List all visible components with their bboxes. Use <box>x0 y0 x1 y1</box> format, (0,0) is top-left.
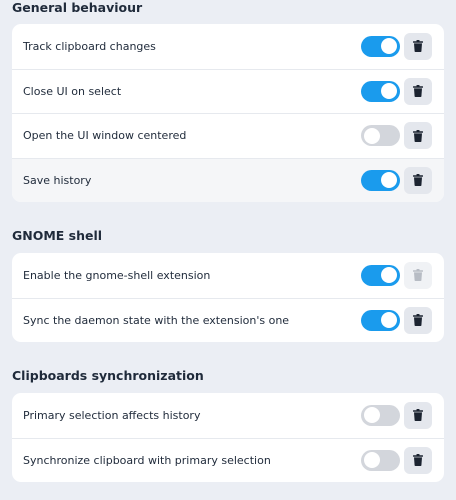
card-general-behaviour: Track clipboard changes Close UI on sele… <box>12 24 444 202</box>
toggle-knob <box>364 127 380 144</box>
setting-label: Primary selection affects history <box>23 408 201 422</box>
section-title-clipboards-synchronization: Clipboards synchronization <box>12 368 204 383</box>
setting-label: Enable the gnome-shell extension <box>23 268 211 282</box>
toggle-knob <box>381 83 397 100</box>
reset-button-sync-daemon-state[interactable] <box>404 306 432 334</box>
toggle-knob <box>381 312 397 329</box>
setting-row-save-history: Save history <box>12 157 444 202</box>
setting-row-sync-daemon-state: Sync the daemon state with the extension… <box>12 297 444 343</box>
toggle-open-ui-window-centered[interactable] <box>361 125 400 147</box>
toggle-knob <box>364 407 380 424</box>
setting-label: Sync the daemon state with the extension… <box>23 313 290 327</box>
toggle-primary-selection-affects-history[interactable] <box>361 404 400 426</box>
setting-label: Save history <box>23 173 92 187</box>
setting-row-enable-gnome-shell-extension: Enable the gnome-shell extension <box>12 253 444 298</box>
setting-row-open-ui-window-centered: Open the UI window centered <box>12 113 444 158</box>
reset-button-close-ui-on-select[interactable] <box>404 77 432 105</box>
trash-icon <box>413 85 423 98</box>
toggle-knob <box>381 172 397 189</box>
toggle-enable-gnome-shell-extension[interactable] <box>361 264 400 286</box>
reset-button-enable-gnome-shell-extension[interactable] <box>404 261 432 289</box>
trash-icon <box>413 269 423 282</box>
setting-label: Close UI on select <box>23 84 122 98</box>
reset-button-track-clipboard-changes[interactable] <box>404 32 432 60</box>
trash-icon <box>413 40 423 53</box>
trash-icon <box>413 129 423 142</box>
setting-row-close-ui-on-select: Close UI on select <box>12 68 444 114</box>
reset-button-open-ui-window-centered[interactable] <box>404 122 432 150</box>
setting-label: Track clipboard changes <box>23 39 156 53</box>
section-title-gnome-shell: GNOME shell <box>12 228 103 243</box>
trash-icon <box>413 174 423 187</box>
reset-button-primary-selection-affects-history[interactable] <box>404 401 432 429</box>
trash-icon <box>413 409 423 422</box>
reset-button-synchronize-clipboard-with-primary[interactable] <box>404 446 432 474</box>
toggle-sync-daemon-state[interactable] <box>361 309 400 331</box>
toggle-knob <box>364 452 380 469</box>
trash-icon <box>413 454 423 467</box>
toggle-close-ui-on-select[interactable] <box>361 80 400 102</box>
trash-icon <box>413 314 423 327</box>
setting-label: Synchronize clipboard with primary selec… <box>23 453 271 467</box>
toggle-save-history[interactable] <box>361 169 400 191</box>
reset-button-save-history[interactable] <box>404 166 432 194</box>
toggle-knob <box>381 38 397 55</box>
card-gnome-shell: Enable the gnome-shell extension Sync th… <box>12 253 444 342</box>
card-clipboards-synchronization: Primary selection affects history Synchr… <box>12 393 444 482</box>
toggle-synchronize-clipboard-with-primary[interactable] <box>361 449 400 471</box>
setting-row-synchronize-clipboard-with-primary: Synchronize clipboard with primary selec… <box>12 437 444 483</box>
section-title-general-behaviour: General behaviour <box>12 0 143 15</box>
setting-row-track-clipboard-changes: Track clipboard changes <box>12 24 444 69</box>
setting-label: Open the UI window centered <box>23 129 187 143</box>
toggle-track-clipboard-changes[interactable] <box>361 35 400 57</box>
toggle-knob <box>381 267 397 284</box>
setting-row-primary-selection-affects-history: Primary selection affects history <box>12 393 444 438</box>
